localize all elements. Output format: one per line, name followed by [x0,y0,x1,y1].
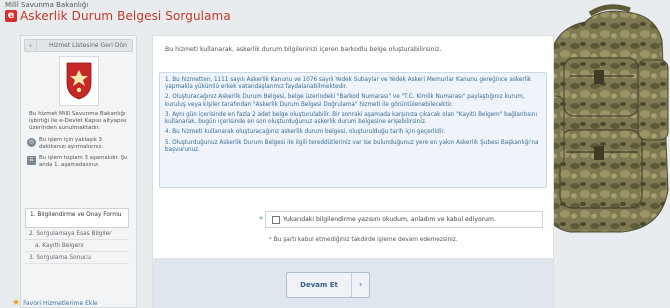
clock-icon: ◷ [27,138,36,147]
intro-text: Bu hizmeti kullanarak, askerlik durum bi… [165,46,442,53]
consent-checkbox[interactable] [272,215,280,224]
stage-note-text: Bu işlem toplam 3 aşamalıdır. Şu anda 1.… [39,155,128,168]
step-list: 1. Bilgilendirme ve Onay Formu 2. Sorgul… [25,208,129,264]
step-item-2: 2. Sorgulamaya Esas Bilgiler [25,228,129,240]
info-item-2: 2. Oluşturacağınız Askerlik Durum Belges… [165,94,525,108]
info-item-5: 5. Oluşturduğunuz Askerlik Durum Belgesi… [165,139,539,153]
chevron-left-icon: ‹ [25,41,37,50]
service-provider-info: Bu hizmet Millî Savunma Bakanlığı işbirl… [29,111,127,131]
continue-button[interactable]: Devam Et › [286,272,370,298]
consent-warning: * Bu şartı kabul etmediğiniz takdirde iş… [269,237,458,243]
info-item-1: 1. Bu hizmetten, 1111 sayılı Askerlik Ka… [165,77,532,91]
page-title: Askerlik Durum Belgesi Sorgulama [20,9,231,23]
add-to-favorites-label: Favori Hizmetlerime Ekle [23,299,98,307]
sidebar: ‹ Hizmet Listesine Geri Dön Bu hizmet Mi… [20,35,137,308]
edevlet-logo-icon: e [5,10,17,22]
required-star: * [259,215,263,224]
ministry-name: Millî Savunma Bakanlığı [5,1,89,9]
warning-star: * [269,237,272,243]
consent-warning-text: Bu şartı kabul etmediğiniz takdirde işle… [273,237,458,243]
info-item-3: 3. Aynı gün içerisinde en fazla 2 adet b… [165,111,538,126]
duration-note-text: Bu işlem için yaklaşık 3 dakikanızı ayır… [39,137,104,150]
back-to-services-button[interactable]: ‹ Hizmet Listesine Geri Dön [24,39,133,52]
title-row: e Askerlik Durum Belgesi Sorgulama [5,9,231,23]
stage-note: ☰ Bu işlem toplam 3 aşamalıdır. Şu anda … [21,150,136,168]
consent-row[interactable]: Yukarıdaki bilgilendirme yazısını okudum… [265,211,543,228]
duration-note: ◷ Bu işlem için yaklaşık 3 dakikanızı ay… [21,132,136,150]
add-to-favorites-link[interactable]: ★ Favori Hizmetlerime Ekle [12,298,98,308]
step-item-1: 1. Bilgilendirme ve Onay Formu [25,208,129,228]
info-item-4: 4. Bu hizmeti kullanarak oluşturacağınız… [165,129,445,136]
main-panel: Bu hizmeti kullanarak, askerlik durum bi… [152,35,554,308]
back-to-services-label: Hizmet Listesine Geri Dön [49,42,127,49]
step-item-3: 3. Sorgulama Sonucu [25,252,129,264]
steps-icon: ☰ [27,156,36,165]
info-box: 1. Bu hizmetten, 1111 sayılı Askerlik Ka… [159,72,547,188]
ministry-emblem-icon [66,62,91,100]
ministry-emblem [58,56,99,106]
step-item-2a: a. Kayıtlı Belgeni [25,240,129,252]
consent-label: Yukarıdaki bilgilendirme yazısını okudum… [283,216,496,223]
chevron-right-icon: › [351,273,369,297]
continue-label: Devam Et [300,281,338,289]
star-icon: ★ [12,298,21,308]
